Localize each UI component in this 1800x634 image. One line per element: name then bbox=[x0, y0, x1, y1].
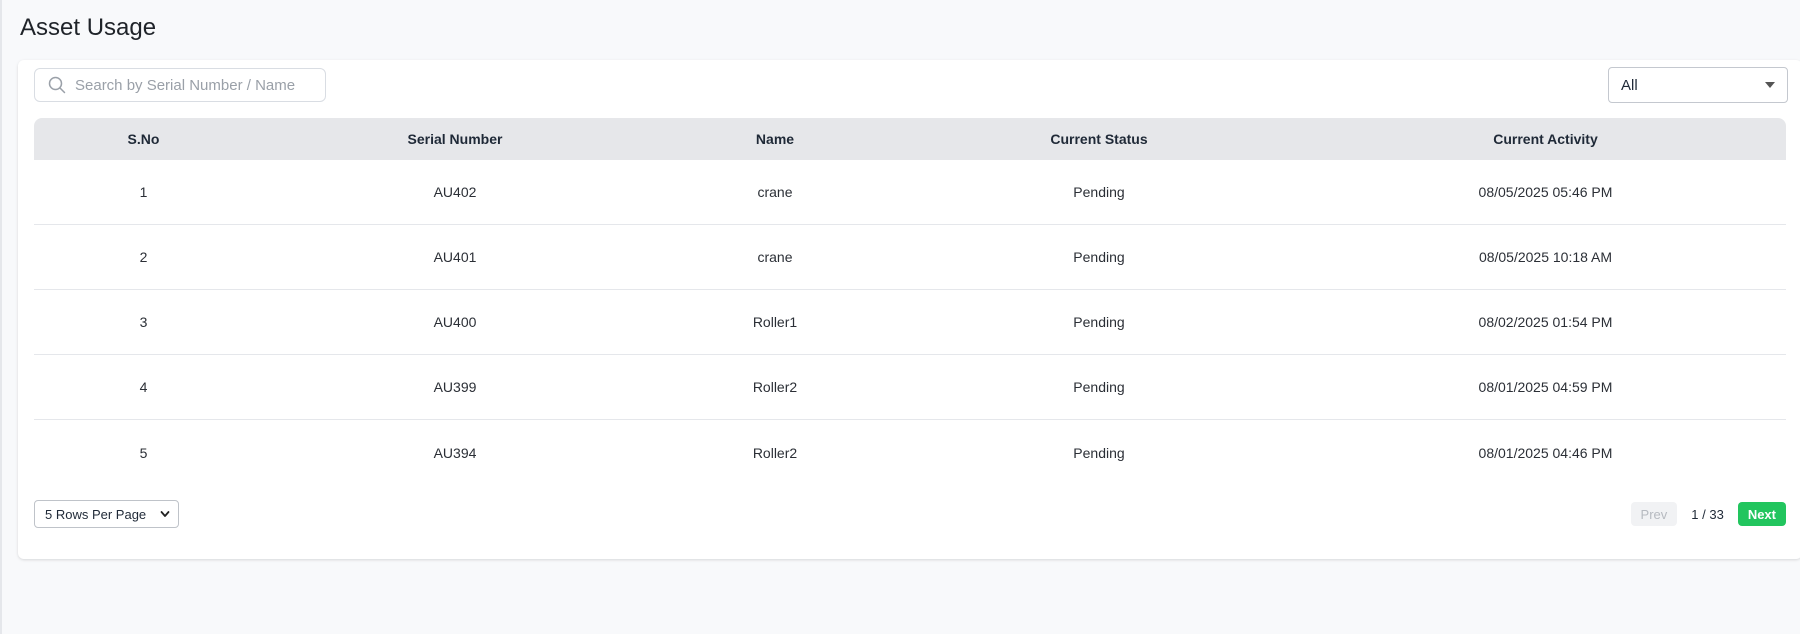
table-header: S.No Serial Number Name Current Status C… bbox=[34, 118, 1786, 160]
page: Asset Usage All S.No Serial Number Name … bbox=[0, 0, 1800, 634]
cell-name: Roller2 bbox=[752, 444, 798, 461]
page-indicator: 1 / 33 bbox=[1691, 506, 1724, 522]
cell-current-activity: 08/01/2025 04:46 PM bbox=[1478, 444, 1613, 461]
search-input[interactable] bbox=[75, 76, 305, 94]
table-row[interactable]: 4 AU399 Roller2 Pending 08/01/2025 04:59… bbox=[34, 355, 1786, 420]
cell-current-activity: 08/05/2025 10:18 AM bbox=[1478, 249, 1613, 265]
cell-current-status: Pending bbox=[1073, 444, 1125, 461]
cell-serial-number: AU401 bbox=[433, 249, 477, 265]
cell-current-status: Pending bbox=[1073, 184, 1125, 200]
search-icon bbox=[48, 76, 66, 94]
column-header-sno: S.No bbox=[127, 131, 160, 147]
cell-name: crane bbox=[757, 249, 793, 265]
cell-name: crane bbox=[757, 184, 793, 200]
column-header-serial-number: Serial Number bbox=[407, 131, 503, 147]
cell-name: Roller1 bbox=[752, 314, 798, 330]
prev-button[interactable]: Prev bbox=[1630, 502, 1678, 526]
cell-current-status: Pending bbox=[1073, 379, 1125, 395]
cell-serial-number: AU394 bbox=[433, 444, 477, 461]
table-row[interactable]: 2 AU401 crane Pending 08/05/2025 10:18 A… bbox=[34, 225, 1786, 290]
cell-current-status: Pending bbox=[1073, 314, 1125, 330]
cell-sno: 3 bbox=[139, 314, 148, 330]
cell-serial-number: AU400 bbox=[433, 314, 477, 330]
cell-current-activity: 08/05/2025 05:46 PM bbox=[1478, 184, 1613, 200]
cell-name: Roller2 bbox=[752, 379, 798, 395]
cell-sno: 5 bbox=[139, 444, 148, 461]
column-header-current-status: Current Status bbox=[1050, 131, 1148, 147]
pagination: Prev 1 / 33 Next bbox=[1630, 502, 1786, 526]
page-title: Asset Usage bbox=[20, 14, 157, 41]
table-row[interactable]: 5 AU394 Roller2 Pending 08/01/2025 04:46… bbox=[34, 420, 1786, 485]
search-box[interactable] bbox=[34, 68, 326, 102]
caret-down-icon bbox=[1765, 82, 1775, 88]
cell-current-status: Pending bbox=[1073, 249, 1125, 265]
cell-sno: 4 bbox=[139, 379, 148, 395]
cell-sno: 1 bbox=[139, 184, 148, 200]
rows-per-page-value: 5 Rows Per Page bbox=[45, 506, 147, 522]
cell-sno: 2 bbox=[139, 249, 148, 265]
asset-usage-card: All S.No Serial Number Name Current Stat… bbox=[18, 60, 1800, 559]
table-row[interactable]: 3 AU400 Roller1 Pending 08/02/2025 01:54… bbox=[34, 290, 1786, 355]
column-header-name: Name bbox=[755, 131, 795, 147]
cell-current-activity: 08/02/2025 01:54 PM bbox=[1478, 314, 1613, 330]
column-header-current-activity: Current Activity bbox=[1493, 131, 1598, 147]
cell-serial-number: AU402 bbox=[433, 184, 477, 200]
asset-usage-table: S.No Serial Number Name Current Status C… bbox=[34, 118, 1786, 485]
status-filter-value: All bbox=[1621, 76, 1638, 94]
chevron-down-icon bbox=[160, 511, 170, 517]
cell-current-activity: 08/01/2025 04:59 PM bbox=[1478, 379, 1613, 395]
next-button[interactable]: Next bbox=[1737, 502, 1786, 526]
rows-per-page-select[interactable]: 5 Rows Per Page bbox=[34, 500, 179, 528]
status-filter-select[interactable]: All bbox=[1608, 67, 1788, 103]
cell-serial-number: AU399 bbox=[433, 379, 477, 395]
table-row[interactable]: 1 AU402 crane Pending 08/05/2025 05:46 P… bbox=[34, 160, 1786, 225]
